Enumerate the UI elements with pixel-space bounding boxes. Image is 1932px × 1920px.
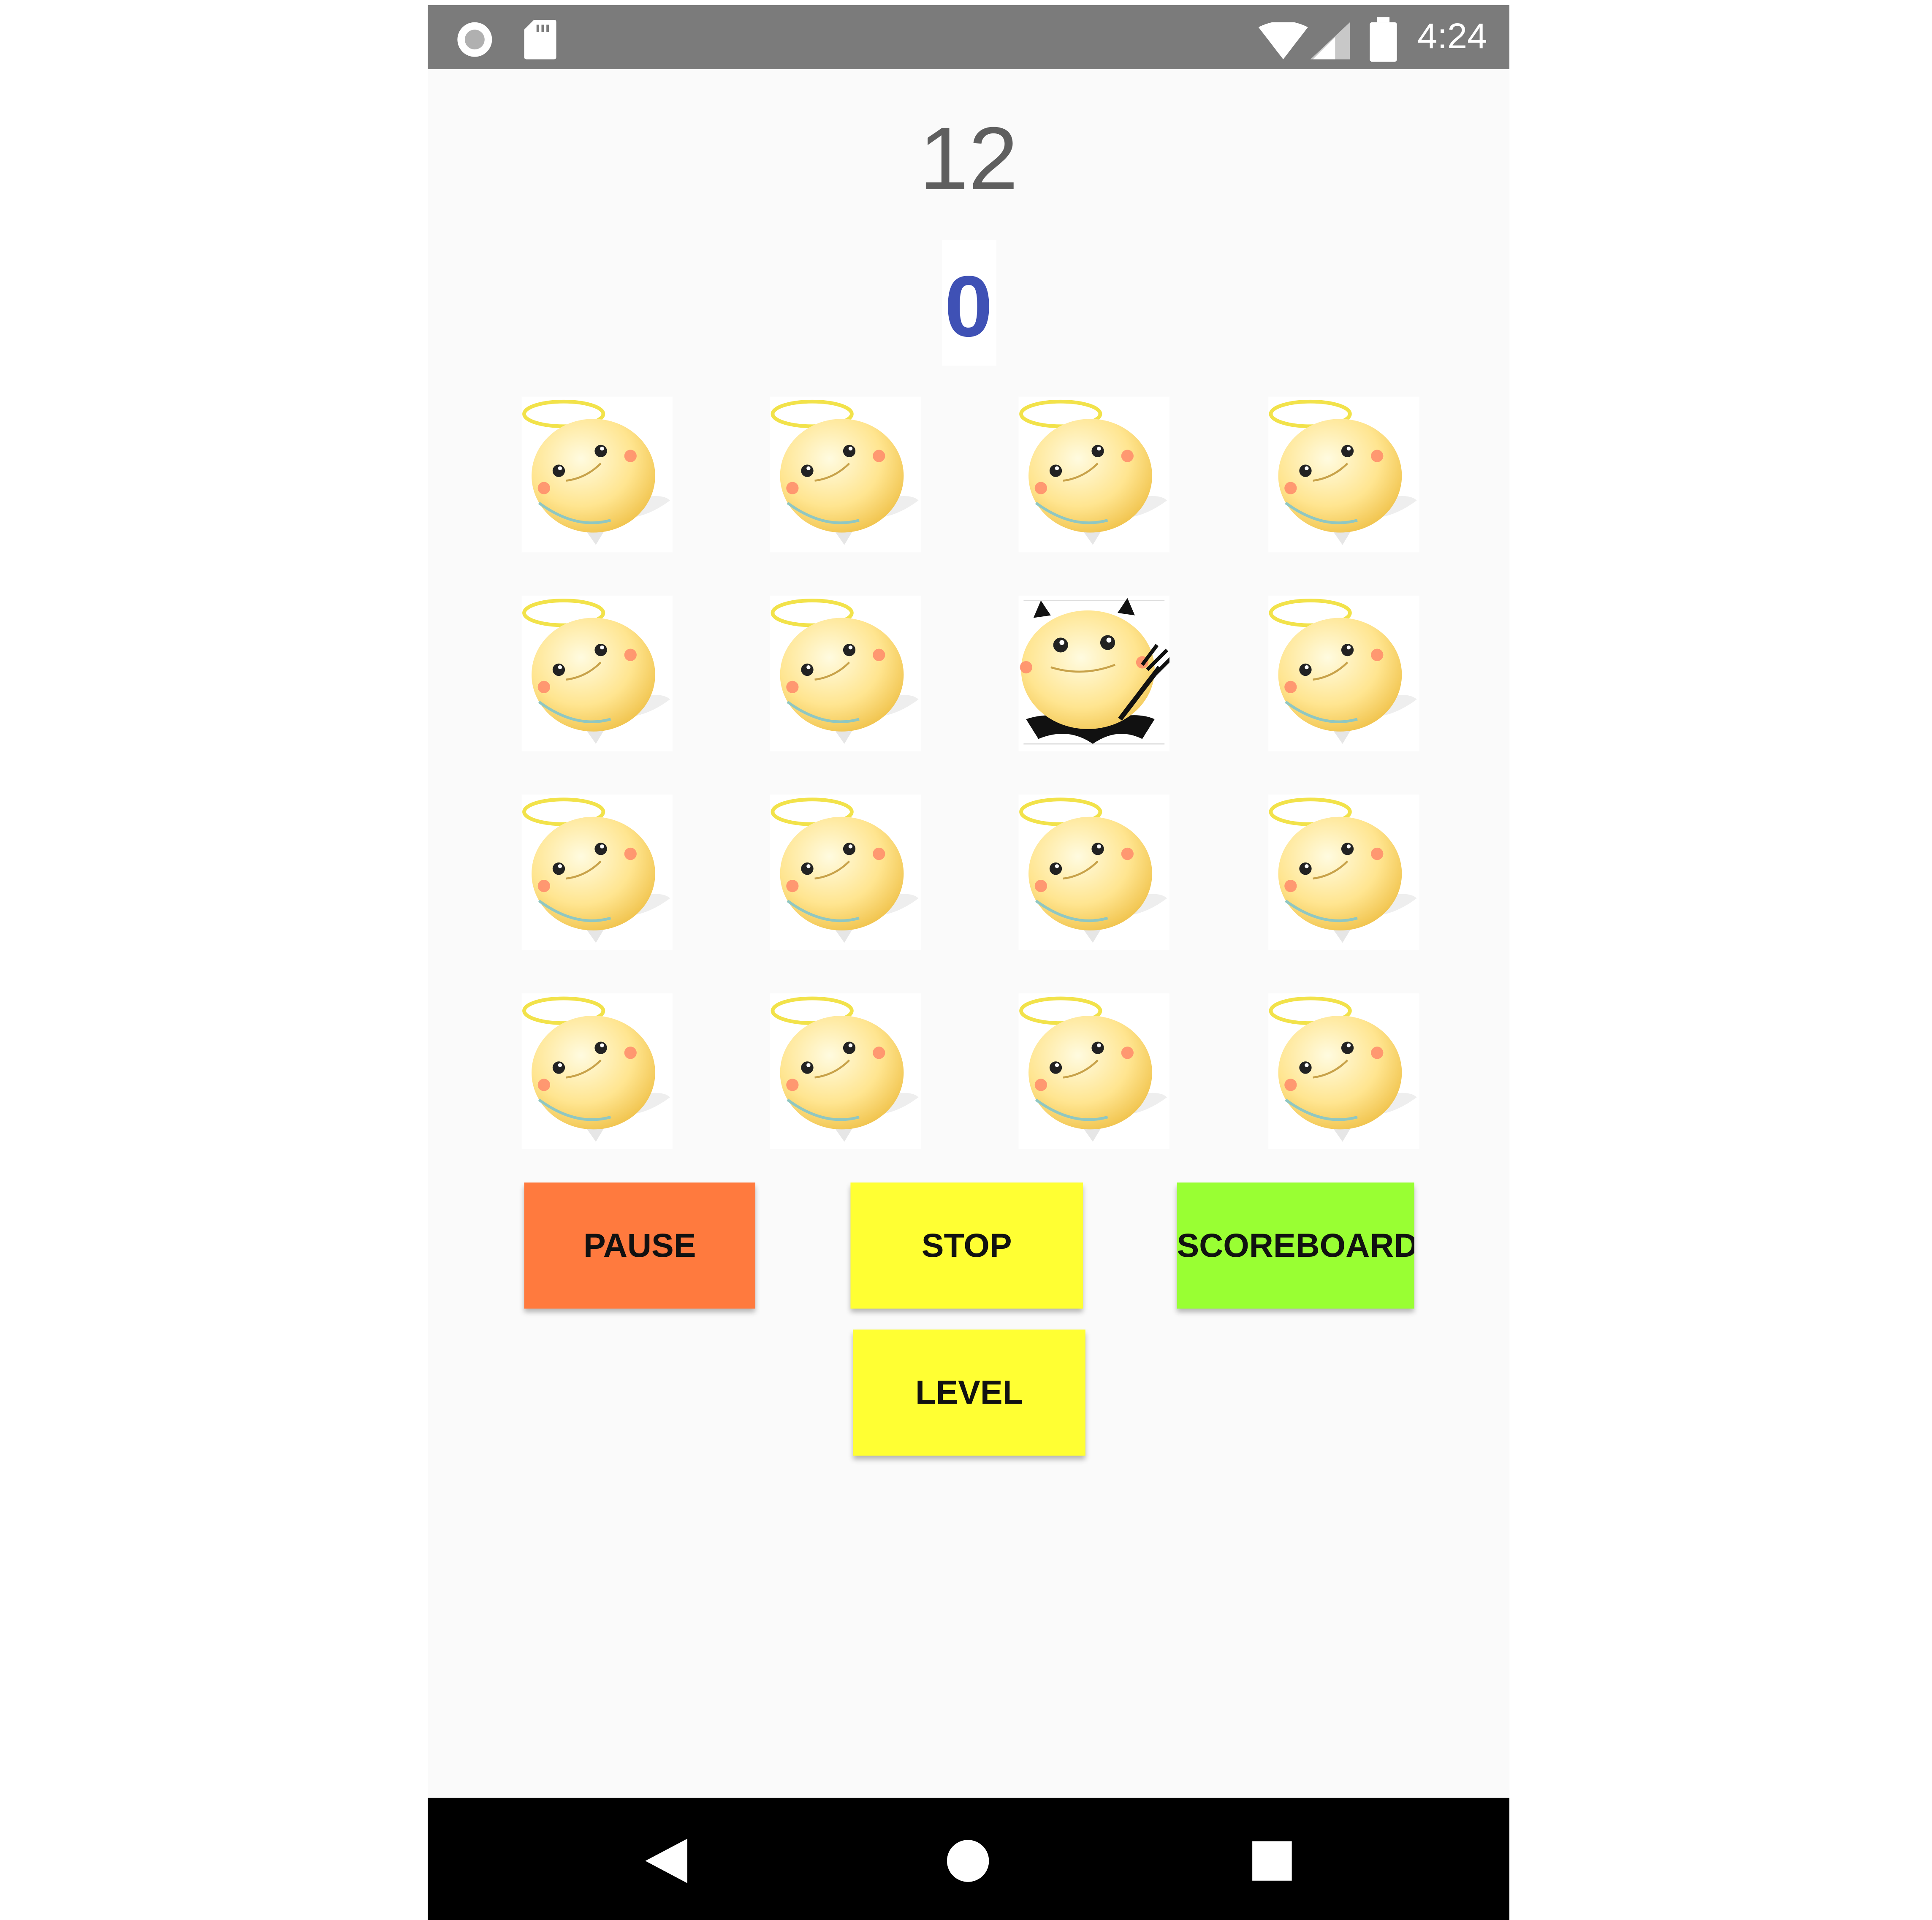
status-time: 4:24 — [1417, 17, 1487, 57]
level-button[interactable]: LEVEL — [853, 1329, 1085, 1456]
angel-face-icon — [522, 599, 670, 744]
cell-signal-icon — [1310, 22, 1350, 60]
grid-cell-angel[interactable] — [1018, 993, 1170, 1150]
status-bar: 4:24 — [428, 5, 1510, 69]
angel-face-icon — [1269, 797, 1417, 943]
angel-face-icon — [1269, 599, 1417, 744]
back-icon[interactable] — [645, 1839, 687, 1883]
angel-face-icon — [771, 399, 919, 545]
circle-notification-icon — [457, 22, 492, 57]
grid-cell-angel[interactable] — [1268, 595, 1419, 751]
angel-face-icon — [522, 996, 670, 1142]
grid-cell-devil[interactable] — [1018, 595, 1170, 751]
grid-cell-angel[interactable] — [1018, 795, 1170, 950]
grid-cell-angel[interactable] — [770, 993, 921, 1150]
grid-cell-angel[interactable] — [1268, 993, 1419, 1150]
angel-face-icon — [1019, 996, 1167, 1142]
grid-cell-angel[interactable] — [1268, 396, 1419, 553]
battery-icon — [1370, 17, 1397, 62]
angel-face-icon — [522, 399, 670, 545]
pause-button[interactable]: PAUSE — [524, 1182, 756, 1309]
angel-face-icon — [1019, 797, 1167, 943]
grid-cell-angel[interactable] — [770, 795, 921, 950]
angel-face-icon — [1269, 996, 1417, 1142]
devil-face-icon — [1020, 598, 1170, 745]
home-icon[interactable] — [946, 1839, 990, 1883]
recents-icon[interactable] — [1252, 1841, 1292, 1881]
sd-card-icon — [524, 19, 556, 60]
angel-face-icon — [1269, 399, 1417, 545]
grid-cell-angel[interactable] — [1018, 396, 1170, 553]
grid-cell-angel[interactable] — [1268, 795, 1419, 950]
angel-face-icon — [522, 797, 670, 943]
angel-face-icon — [771, 797, 919, 943]
grid-cell-angel[interactable] — [521, 396, 673, 553]
angel-face-icon — [771, 599, 919, 744]
grid-cell-angel[interactable] — [521, 795, 673, 950]
stop-button[interactable]: STOP — [850, 1182, 1083, 1309]
navigation-bar — [428, 1798, 1510, 1920]
grid-cell-angel[interactable] — [521, 993, 673, 1150]
angel-face-icon — [771, 996, 919, 1142]
phone-screen: 4:24 12 0 PAUSE STOP SCOREBOARD LEVEL — [428, 5, 1510, 1920]
grid-cell-angel[interactable] — [770, 595, 921, 751]
scoreboard-button[interactable]: SCOREBOARD — [1177, 1182, 1414, 1309]
angel-face-icon — [1019, 399, 1167, 545]
grid-cell-angel[interactable] — [521, 595, 673, 751]
score-counter: 0 — [944, 258, 993, 355]
countdown-timer: 12 — [919, 110, 1018, 209]
grid-cell-angel[interactable] — [770, 396, 921, 553]
wifi-icon — [1258, 22, 1308, 60]
